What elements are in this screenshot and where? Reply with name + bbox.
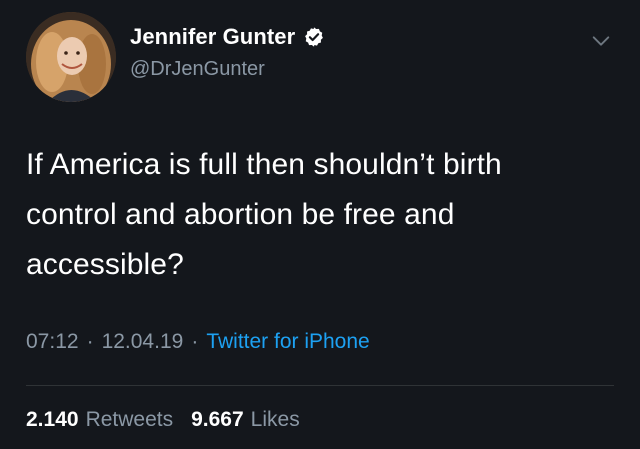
tweet-time: 07:12	[26, 330, 79, 353]
author-name-row[interactable]: Jennifer Gunter	[130, 24, 325, 50]
likes-count: 9.667	[191, 408, 244, 431]
author-handle[interactable]: @DrJenGunter	[130, 58, 265, 81]
retweets-count: 2.140	[26, 408, 79, 431]
verified-badge-icon	[305, 27, 324, 47]
likes-label: Likes	[250, 408, 300, 431]
tweet-metadata: 07:12 · 12.04.19 · Twitter for iPhone	[26, 330, 370, 354]
meta-separator: ·	[86, 330, 94, 353]
divider	[26, 385, 614, 386]
tweet-text: If America is full then shouldn’t birth …	[26, 140, 616, 290]
tweet-card: Jennifer Gunter @DrJenGunter If America …	[0, 0, 640, 449]
tweet-source-link[interactable]: Twitter for iPhone	[206, 330, 369, 354]
chevron-down-icon[interactable]	[590, 30, 612, 52]
tweet-text-line: control and abortion be free and	[26, 198, 455, 231]
likes-stat[interactable]: 9.667 Likes	[191, 408, 300, 432]
tweet-text-line: If America is full then shouldn’t birth	[26, 148, 502, 181]
retweets-stat[interactable]: 2.140 Retweets	[26, 408, 173, 432]
retweets-label: Retweets	[85, 408, 174, 431]
avatar[interactable]	[26, 12, 116, 102]
tweet-stats: 2.140 Retweets 9.667 Likes	[26, 408, 300, 432]
tweet-date: 12.04.19	[101, 330, 184, 353]
author-display-name[interactable]: Jennifer Gunter	[130, 24, 295, 50]
meta-separator: ·	[191, 330, 199, 353]
profile-photo-icon	[26, 12, 116, 102]
tweet-text-line: accessible?	[26, 248, 184, 281]
